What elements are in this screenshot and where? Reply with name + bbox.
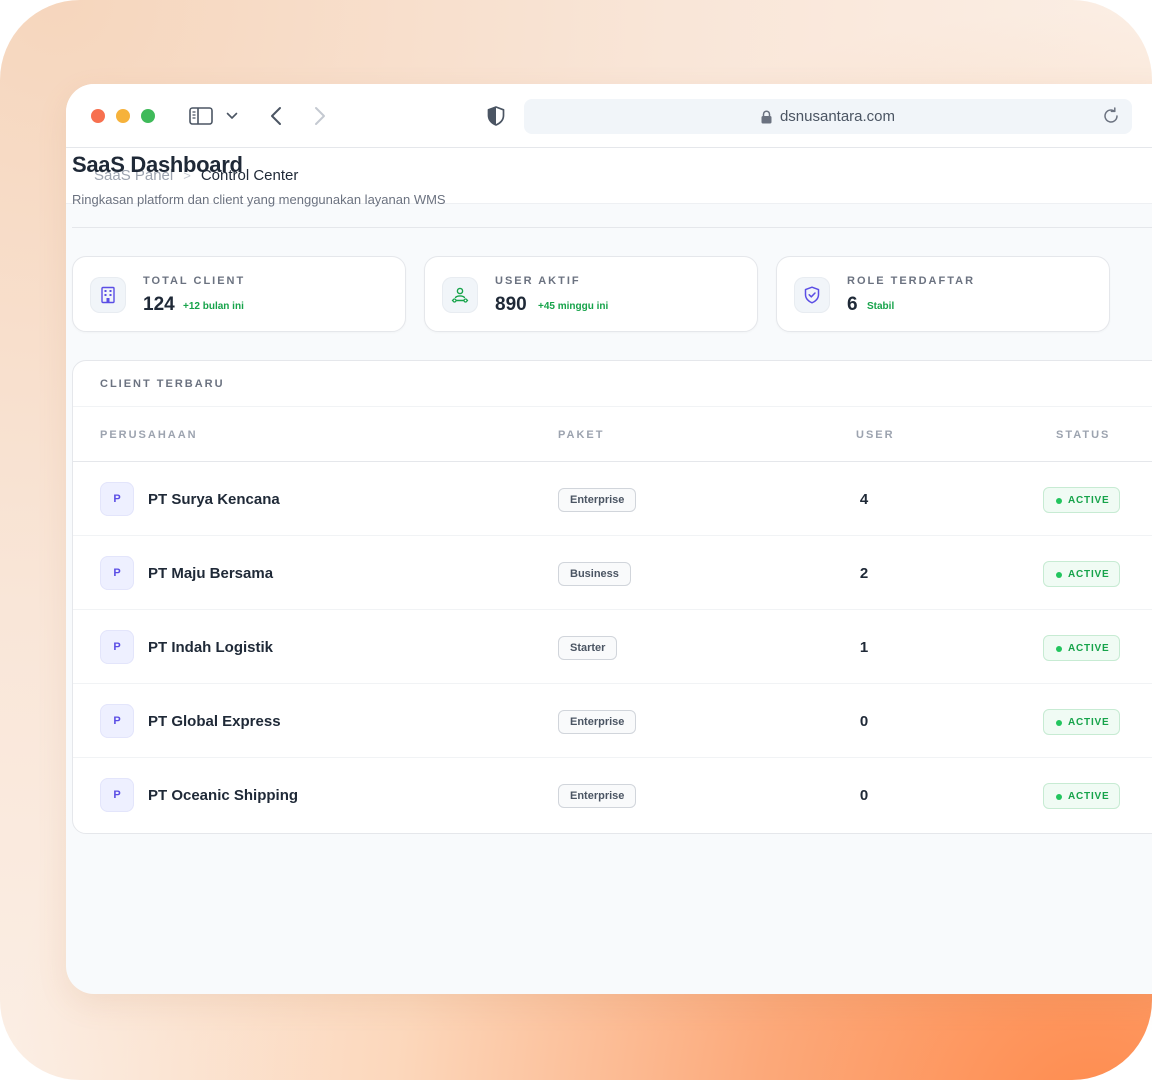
table-row[interactable]: P PT Surya Kencana Enterprise 4 ACTIVE xyxy=(73,462,1152,536)
plan-badge: Starter xyxy=(558,636,618,660)
stat-card-user-aktif[interactable]: USER AKTIF 890 +45 minggu ini xyxy=(424,256,758,332)
avatar: P xyxy=(100,556,134,590)
stat-delta: +45 minggu ini xyxy=(538,301,609,312)
page-title: SaaS Dashboard xyxy=(72,152,243,177)
plan-badge: Enterprise xyxy=(558,710,637,734)
card-title: CLIENT TERBARU xyxy=(100,378,225,390)
company-name[interactable]: PT Indah Logistik xyxy=(148,639,273,656)
building-icon xyxy=(90,277,126,313)
status-badge: ACTIVE xyxy=(1043,487,1121,513)
avatar: P xyxy=(100,778,134,812)
company-name[interactable]: PT Global Express xyxy=(148,713,281,730)
column-header-company[interactable]: PERUSAHAAN xyxy=(100,429,198,441)
column-header-user[interactable]: USER xyxy=(856,429,895,441)
divider xyxy=(73,406,1152,407)
stat-label: USER AKTIF xyxy=(495,275,581,287)
status-badge: ACTIVE xyxy=(1043,635,1121,661)
divider xyxy=(72,227,1152,228)
company-name[interactable]: PT Oceanic Shipping xyxy=(148,787,298,804)
avatar: P xyxy=(100,630,134,664)
status-badge: ACTIVE xyxy=(1043,709,1121,735)
column-header-status[interactable]: STATUS xyxy=(1056,429,1110,441)
main-content: SaaS Dashboard Ringkasan platform dan cl… xyxy=(72,120,1152,834)
plan-badge: Enterprise xyxy=(558,488,637,512)
page-subtitle: Ringkasan platform dan client yang mengg… xyxy=(72,192,446,207)
company-name[interactable]: PT Maju Bersama xyxy=(148,565,273,582)
user-count: 0 xyxy=(859,713,869,730)
table-row[interactable]: P PT Global Express Enterprise 0 ACTIVE xyxy=(73,684,1152,758)
status-badge: ACTIVE xyxy=(1043,561,1121,587)
stat-label: TOTAL CLIENT xyxy=(143,275,246,287)
user-count: 0 xyxy=(859,787,869,804)
stat-label: ROLE TERDAFTAR xyxy=(847,275,976,287)
stat-value: 124 xyxy=(143,294,175,315)
user-count: 2 xyxy=(859,565,869,582)
avatar: P xyxy=(100,704,134,738)
table-row[interactable]: P PT Maju Bersama Business 2 ACTIVE xyxy=(73,536,1152,610)
stat-value: 6 xyxy=(847,294,858,315)
stat-card-total-client[interactable]: TOTAL CLIENT 124 +12 bulan ini xyxy=(72,256,406,332)
avatar: P xyxy=(100,482,134,516)
company-name[interactable]: PT Surya Kencana xyxy=(148,491,280,508)
stat-card-role-terdaftar[interactable]: ROLE TERDAFTAR 6 Stabil xyxy=(776,256,1110,332)
stat-value: 890 xyxy=(495,294,527,315)
user-count: 1 xyxy=(859,639,869,656)
user-count: 4 xyxy=(859,491,869,508)
column-header-plan[interactable]: PAKET xyxy=(558,429,604,441)
plan-badge: Enterprise xyxy=(558,784,637,808)
status-badge: ACTIVE xyxy=(1043,783,1121,809)
plan-badge: Business xyxy=(558,562,631,586)
shield-check-icon xyxy=(794,277,830,313)
stat-delta: +12 bulan ini xyxy=(183,301,244,312)
stat-delta: Stabil xyxy=(867,301,895,312)
stats-row: TOTAL CLIENT 124 +12 bulan ini USER AKTI… xyxy=(72,256,1152,332)
users-icon xyxy=(442,277,478,313)
table-row[interactable]: P PT Oceanic Shipping Enterprise 0 ACTIV… xyxy=(73,758,1152,832)
client-table-card: CLIENT TERBARU PERUSAHAAN PAKET USER STA… xyxy=(72,360,1152,834)
table-row[interactable]: P PT Indah Logistik Starter 1 ACTIVE xyxy=(73,610,1152,684)
